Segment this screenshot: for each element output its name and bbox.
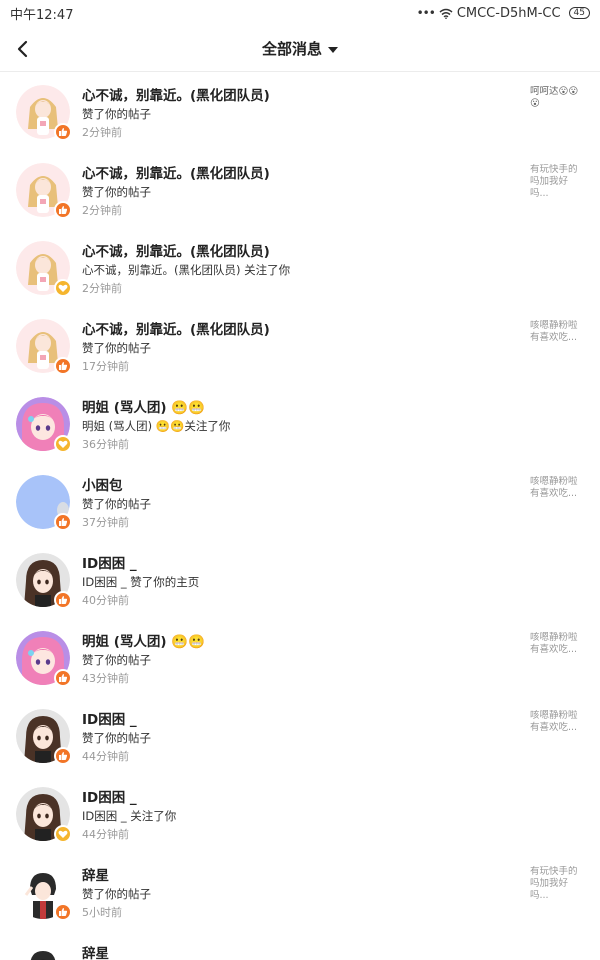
notification-time: 44分钟前: [82, 828, 129, 841]
like-badge-icon: [54, 747, 72, 765]
notification-action: 赞了你的帖子: [82, 653, 151, 667]
status-bar: 中午12:47 ••• CMCC-D5hM-CC 45: [0, 0, 600, 26]
notification-time: 40分钟前: [82, 594, 129, 607]
like-badge-icon: [54, 123, 72, 141]
notification-time: 17分钟前: [82, 360, 129, 373]
notification-row[interactable]: 心不诚，别靠近。(黑化团队员) 赞了你的帖子 17分钟前 咳嗯静粉啦有喜欢吃..…: [0, 306, 600, 384]
notification-row[interactable]: ID困困 _ ID困困 _ 赞了你的主页 40分钟前: [0, 540, 600, 618]
avatar-container[interactable]: [16, 943, 70, 960]
notification-row[interactable]: 辞星: [0, 930, 600, 960]
battery-icon: 45: [568, 7, 590, 19]
caret-down-icon: [328, 46, 338, 53]
notification-time: 2分钟前: [82, 204, 122, 217]
post-preview[interactable]: 咳嗯静粉啦有喜欢吃...: [530, 476, 584, 500]
post-preview[interactable]: 呵呵达😮😮😮: [530, 86, 584, 110]
like-badge-icon: [54, 201, 72, 219]
avatar-container[interactable]: [16, 85, 72, 141]
notification-row[interactable]: ID困困 _ ID困困 _ 关注了你 44分钟前: [0, 774, 600, 852]
follow-heart-badge-icon: [54, 279, 72, 297]
follow-heart-badge-icon: [54, 435, 72, 453]
notification-action: ID困困 _ 赞了你的主页: [82, 575, 200, 589]
notification-action: ID困困 _ 关注了你: [82, 809, 177, 823]
like-badge-icon: [54, 903, 72, 921]
notification-row[interactable]: 心不诚，别靠近。(黑化团队员) 赞了你的帖子 2分钟前 呵呵达😮😮😮: [0, 72, 600, 150]
sender-name[interactable]: 明姐 (骂人团) 😬😬: [82, 630, 205, 650]
avatar-container[interactable]: [16, 241, 72, 297]
sender-name[interactable]: 心不诚，别靠近。(黑化团队员): [82, 162, 270, 182]
sender-name[interactable]: 心不诚，别靠近。(黑化团队员): [82, 84, 270, 104]
notification-row[interactable]: 心不诚，别靠近。(黑化团队员) 赞了你的帖子 2分钟前 有玩快手的吗加我好吗..…: [0, 150, 600, 228]
sender-name[interactable]: 辞星: [82, 942, 109, 960]
notification-action: 明姐 (骂人团) 😬😬关注了你: [82, 419, 231, 433]
sender-name[interactable]: 明姐 (骂人团) 😬😬: [82, 396, 205, 416]
notification-action: 赞了你的帖子: [82, 107, 151, 121]
user-avatar-anime-boy-dark[interactable]: [16, 943, 70, 960]
avatar-container[interactable]: [16, 475, 72, 531]
post-preview[interactable]: 有玩快手的吗加我好吗...: [530, 164, 584, 200]
notification-action: 赞了你的帖子: [82, 887, 151, 901]
notification-row[interactable]: 小困包 赞了你的帖子 37分钟前 咳嗯静粉啦有喜欢吃...: [0, 462, 600, 540]
avatar-container[interactable]: [16, 709, 72, 765]
notification-row[interactable]: 明姐 (骂人团) 😬😬 赞了你的帖子 43分钟前 咳嗯静粉啦有喜欢吃...: [0, 618, 600, 696]
notification-time: 2分钟前: [82, 282, 122, 295]
sender-name[interactable]: 小困包: [82, 474, 123, 494]
back-arrow-icon[interactable]: [12, 35, 36, 63]
notification-time: 2分钟前: [82, 126, 122, 139]
notification-row[interactable]: 辞星 赞了你的帖子 5小时前 有玩快手的吗加我好吗...: [0, 852, 600, 930]
sender-name[interactable]: ID困困 _: [82, 708, 137, 728]
wifi-icon: [439, 8, 453, 19]
avatar-container[interactable]: [16, 553, 72, 609]
avatar-container[interactable]: [16, 319, 72, 375]
avatar-container[interactable]: [16, 865, 72, 921]
status-right-group: ••• CMCC-D5hM-CC 45: [417, 6, 590, 21]
follow-heart-badge-icon: [54, 825, 72, 843]
notification-action: 心不诚，别靠近。(黑化团队员) 关注了你: [82, 263, 291, 277]
notification-time: 5小时前: [82, 906, 122, 919]
sender-name[interactable]: ID困困 _: [82, 552, 137, 572]
post-preview[interactable]: 有玩快手的吗加我好吗...: [530, 866, 584, 902]
like-badge-icon: [54, 591, 72, 609]
sender-name[interactable]: ID困困 _: [82, 786, 137, 806]
notification-action: 赞了你的帖子: [82, 341, 151, 355]
post-preview[interactable]: 咳嗯静粉啦有喜欢吃...: [530, 632, 584, 656]
sender-name[interactable]: 心不诚，别靠近。(黑化团队员): [82, 240, 270, 260]
like-badge-icon: [54, 513, 72, 531]
notification-row[interactable]: 心不诚，别靠近。(黑化团队员) 心不诚，别靠近。(黑化团队员) 关注了你 2分钟…: [0, 228, 600, 306]
notification-list: 心不诚，别靠近。(黑化团队员) 赞了你的帖子 2分钟前 呵呵达😮😮😮 心不诚，别…: [0, 72, 600, 960]
avatar-container[interactable]: [16, 397, 72, 453]
status-time: 中午12:47: [10, 7, 74, 23]
sender-name[interactable]: 辞星: [82, 864, 109, 884]
like-badge-icon: [54, 357, 72, 375]
message-filter-dropdown[interactable]: 全部消息: [262, 38, 338, 59]
notification-row[interactable]: ID困困 _ 赞了你的帖子 44分钟前 咳嗯静粉啦有喜欢吃...: [0, 696, 600, 774]
post-preview[interactable]: 咳嗯静粉啦有喜欢吃...: [530, 710, 584, 734]
notification-row[interactable]: 明姐 (骂人团) 😬😬 明姐 (骂人团) 😬😬关注了你 36分钟前: [0, 384, 600, 462]
sender-name[interactable]: 心不诚，别靠近。(黑化团队员): [82, 318, 270, 338]
notification-action: 赞了你的帖子: [82, 497, 151, 511]
like-badge-icon: [54, 669, 72, 687]
notification-time: 43分钟前: [82, 672, 129, 685]
notification-time: 37分钟前: [82, 516, 129, 529]
carrier-name: CMCC-D5hM-CC: [456, 5, 561, 21]
notification-time: 44分钟前: [82, 750, 129, 763]
more-dots-icon: •••: [416, 6, 436, 20]
notification-action: 赞了你的帖子: [82, 731, 151, 745]
page-title: 全部消息: [261, 40, 322, 58]
notification-action: 赞了你的帖子: [82, 185, 151, 199]
header-bar: 全部消息: [0, 26, 600, 72]
notification-time: 36分钟前: [82, 438, 129, 451]
post-preview[interactable]: 咳嗯静粉啦有喜欢吃...: [530, 320, 584, 344]
avatar-container[interactable]: [16, 163, 72, 219]
avatar-container[interactable]: [16, 787, 72, 843]
avatar-container[interactable]: [16, 631, 72, 687]
